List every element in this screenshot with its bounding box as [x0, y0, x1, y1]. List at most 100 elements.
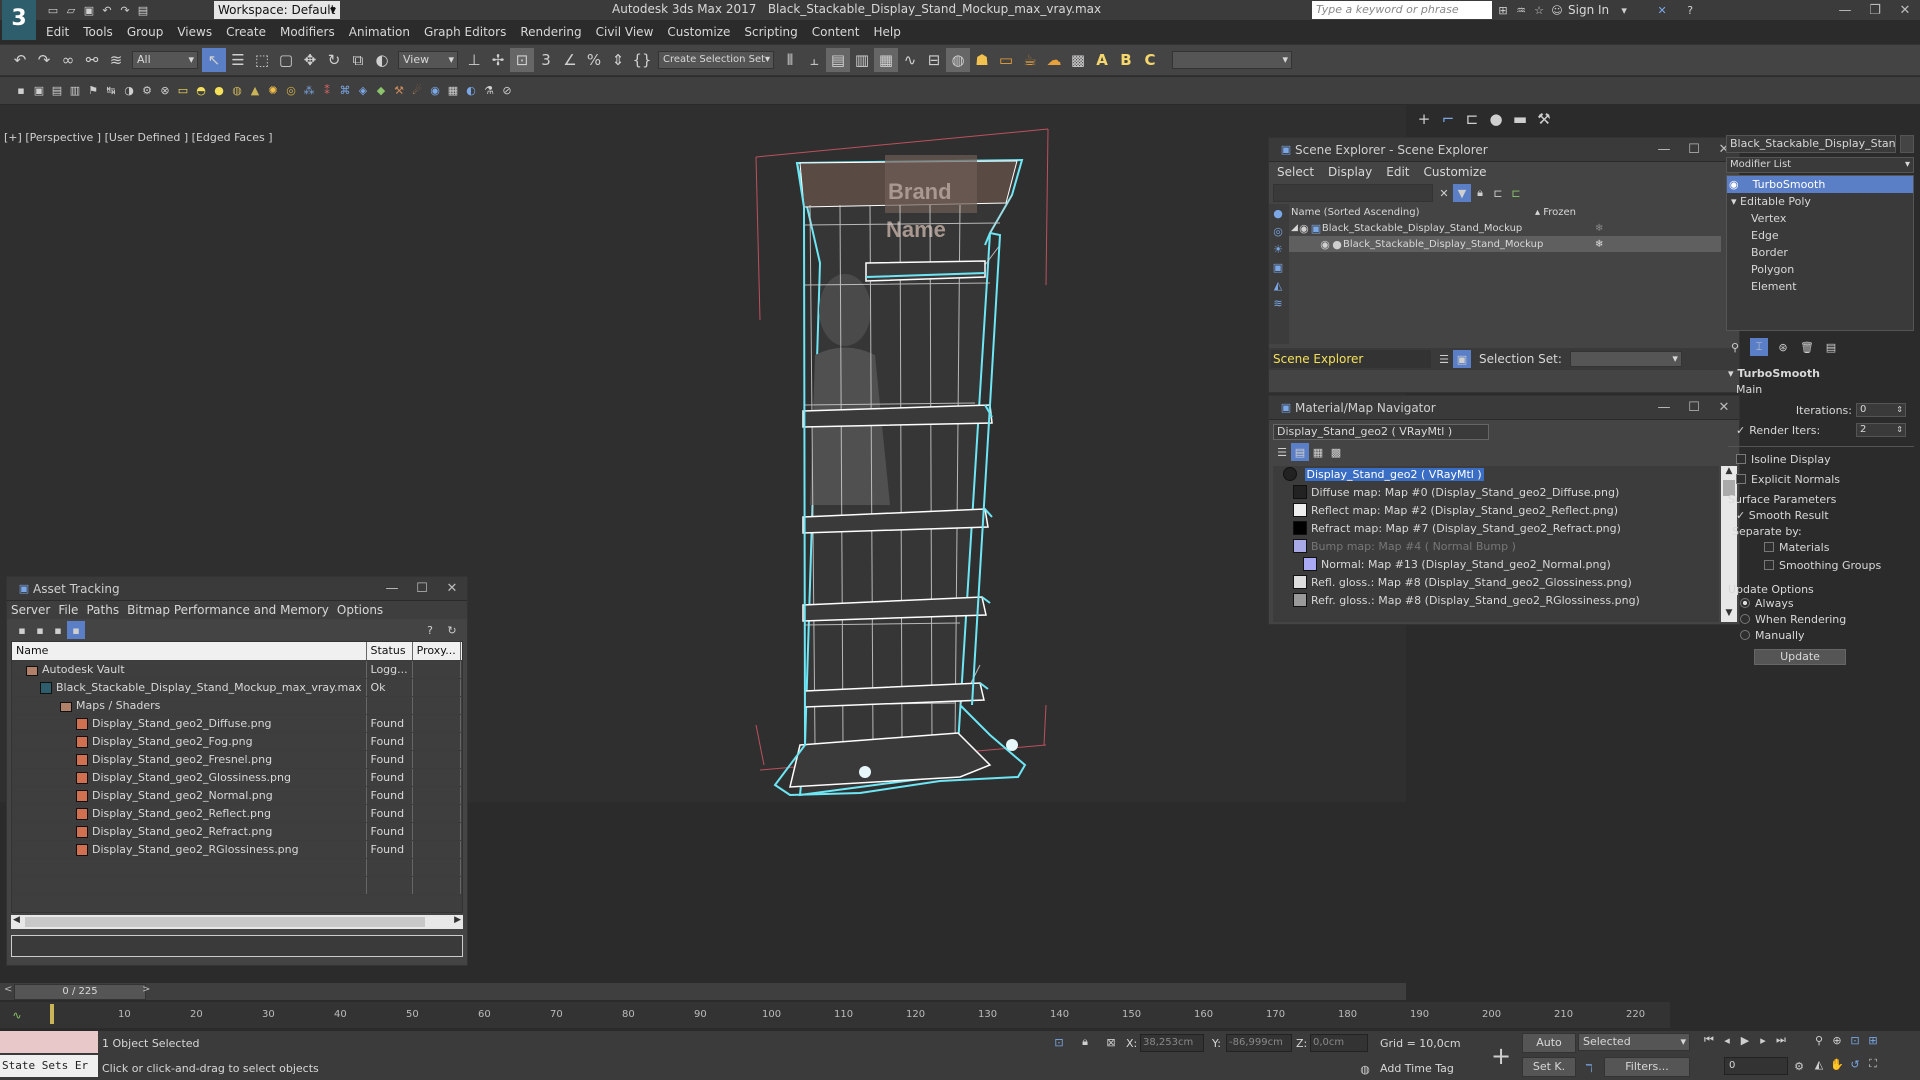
time-marker[interactable] [50, 1004, 54, 1024]
material-root-item[interactable]: Display_Stand_geo2 ( VRayMtl ) [1273, 466, 1719, 484]
tool-icon-2[interactable]: ▣ [30, 82, 48, 100]
selection-lock-icon[interactable]: 🔒︎ [1076, 1033, 1094, 1051]
add-time-tag[interactable]: Add Time Tag [1380, 1062, 1454, 1075]
tool-icon-17[interactable]: ⁂ [300, 82, 318, 100]
minimize-icon[interactable]: — [1830, 3, 1860, 18]
filters-button[interactable]: Filters... [1604, 1057, 1690, 1077]
field-of-view-icon[interactable]: ◭ [1810, 1055, 1828, 1073]
selection-key-dropdown[interactable]: Selected ▾ [1578, 1033, 1690, 1051]
hierarchy-tab-icon[interactable]: ⊏ [1460, 107, 1484, 131]
tool-icon-26[interactable]: ◐ [462, 82, 480, 100]
table-row[interactable]: Display_Stand_geo2_Normal.png Found [12, 786, 462, 805]
iterations-spinner[interactable]: 0 ⇕ [1856, 403, 1906, 417]
tool-icon-5[interactable]: ⚑ [84, 82, 102, 100]
close-icon[interactable]: ✕ [437, 581, 467, 596]
stack-item-element[interactable]: Element [1727, 278, 1913, 295]
object-name-field[interactable]: Black_Stackable_Display_Stand_Mo [1726, 135, 1896, 153]
tool-icon-11[interactable]: ◓ [192, 82, 210, 100]
pan-icon[interactable]: ✋ [1828, 1055, 1846, 1073]
tool-icon-14[interactable]: ▲ [246, 82, 264, 100]
lock-icon[interactable]: 🔒︎ [1471, 184, 1489, 202]
isolate-selection-icon[interactable]: ⊡ [1050, 1033, 1068, 1051]
scene-explorer-search-input[interactable] [1273, 184, 1433, 202]
render-iters-checkbox[interactable]: ✓ [1736, 424, 1745, 437]
state-sets-label[interactable]: State Sets Er [0, 1055, 98, 1077]
minimize-icon[interactable]: — [1649, 400, 1679, 415]
table-row[interactable]: Display_Stand_geo2_RGlossiness.png Found [12, 840, 462, 859]
display-helpers-icon[interactable]: ◭ [1269, 276, 1287, 294]
motion-tab-icon[interactable]: ● [1484, 107, 1508, 131]
angle-snap-icon[interactable]: ∠ [558, 48, 582, 72]
scene-explorer-icon[interactable]: ▤ [826, 48, 850, 72]
asset-menu-bitmap[interactable]: Bitmap Performance and Memory [127, 603, 329, 617]
eye-icon[interactable]: ◉ [1298, 219, 1310, 237]
menu-rendering[interactable]: Rendering [520, 25, 581, 39]
asset-view-2-icon[interactable]: ▪ [31, 621, 49, 639]
table-row[interactable]: Autodesk Vault Logg... [12, 660, 462, 679]
always-radio[interactable] [1740, 598, 1750, 608]
tool-icon-27[interactable]: ⚗ [480, 82, 498, 100]
table-row[interactable]: Maps / Shaders [12, 696, 462, 715]
pivot-icon[interactable]: ⊥ [462, 48, 486, 72]
tool-icon-23[interactable]: ☄ [408, 82, 426, 100]
time-config-icon[interactable]: ⚙ [1790, 1057, 1808, 1075]
display-warps-icon[interactable]: ≋ [1269, 294, 1287, 312]
list-view-icon[interactable]: ☰ [1273, 443, 1291, 461]
asset-menu-options[interactable]: Options [337, 603, 383, 617]
show-end-result-icon[interactable]: ⌶ [1750, 338, 1768, 356]
z-coordinate-field[interactable]: 0,0cm [1310, 1034, 1368, 1052]
asset-menu-server[interactable]: Server [11, 603, 50, 617]
maximize-icon[interactable]: ☐ [1679, 142, 1709, 157]
render-iters-spinner[interactable]: 2 ⇕ [1856, 423, 1906, 437]
schematic-view-icon[interactable]: ⊟ [922, 48, 946, 72]
sort-layers-icon[interactable]: ▣ [1453, 350, 1471, 368]
exchange-icon[interactable]: ✕ [1653, 1, 1671, 19]
spinner-snap-icon[interactable]: ⇕ [606, 48, 630, 72]
frozen-snowflake-icon[interactable]: ❄ [1595, 223, 1603, 234]
curve-editor-mini-icon[interactable]: ∿ [8, 1006, 26, 1024]
tool-icon-13[interactable]: ◍ [228, 82, 246, 100]
tree-row-selected[interactable]: ◉ ● Black_Stackable_Display_Stand_Mockup… [1289, 236, 1721, 252]
vray-a-icon[interactable]: A [1090, 48, 1114, 72]
menu-edit[interactable]: Edit [46, 25, 69, 39]
redo-icon[interactable]: ↷ [116, 1, 134, 19]
asset-menu-file[interactable]: File [58, 603, 78, 617]
maximize-icon[interactable]: ☐ [1679, 400, 1709, 415]
asset-refresh-icon[interactable]: ↻ [443, 621, 461, 639]
update-button[interactable]: Update [1754, 649, 1846, 665]
vray-b-icon[interactable]: B [1114, 48, 1138, 72]
orbit-icon[interactable]: ↺ [1846, 1055, 1864, 1073]
place-icon[interactable]: ◐ [370, 48, 394, 72]
tool-icon-25[interactable]: ▦ [444, 82, 462, 100]
maxscript-listener-pink[interactable] [0, 1031, 98, 1053]
minimize-icon[interactable]: — [1649, 142, 1679, 157]
set-key-button[interactable]: Set K. [1522, 1057, 1576, 1077]
menu-create[interactable]: Create [226, 25, 266, 39]
communication-icon[interactable]: ♒ [1512, 1, 1530, 19]
tool-icon-18[interactable]: ⁑ [318, 82, 336, 100]
asset-view-4-icon[interactable]: ▪ [67, 621, 85, 639]
smoothing-groups-checkbox[interactable] [1764, 560, 1774, 570]
stack-item-vertex[interactable]: Vertex [1727, 210, 1913, 227]
snap-toggle-icon[interactable]: 3 [534, 48, 558, 72]
asset-menu-paths[interactable]: Paths [86, 603, 119, 617]
tool-icon-6[interactable]: ↹ [102, 82, 120, 100]
display-geometry-icon[interactable]: ● [1269, 204, 1287, 222]
tool-icon-22[interactable]: ⚒ [390, 82, 408, 100]
hierarchy-icon[interactable]: ⊏ [1489, 184, 1507, 202]
scene-explorer-menu-display[interactable]: Display [1328, 165, 1372, 179]
rectangular-selection-icon[interactable]: ⬚ [250, 48, 274, 72]
scene-explorer-menu-select[interactable]: Select [1277, 165, 1314, 179]
tool-icon-4[interactable]: ▥ [66, 82, 84, 100]
render-preset-dropdown[interactable]: ▾ [1172, 51, 1292, 69]
selection-filter-dropdown[interactable]: All ▾ [132, 51, 198, 69]
window-crossing-icon[interactable]: ▢ [274, 48, 298, 72]
isoline-checkbox[interactable] [1736, 454, 1746, 464]
when-rendering-radio[interactable] [1740, 614, 1750, 624]
render-cloud-icon[interactable]: ☁ [1042, 48, 1066, 72]
object-color-swatch[interactable] [1900, 135, 1914, 153]
open-file-icon[interactable]: ▱ [62, 1, 80, 19]
mirror-icon[interactable]: ⫴ [778, 48, 802, 72]
map-item-normal[interactable]: Normal: Map #13 (Display_Stand_geo2_Norm… [1273, 556, 1719, 574]
app-logo[interactable]: 3 [2, 0, 36, 40]
